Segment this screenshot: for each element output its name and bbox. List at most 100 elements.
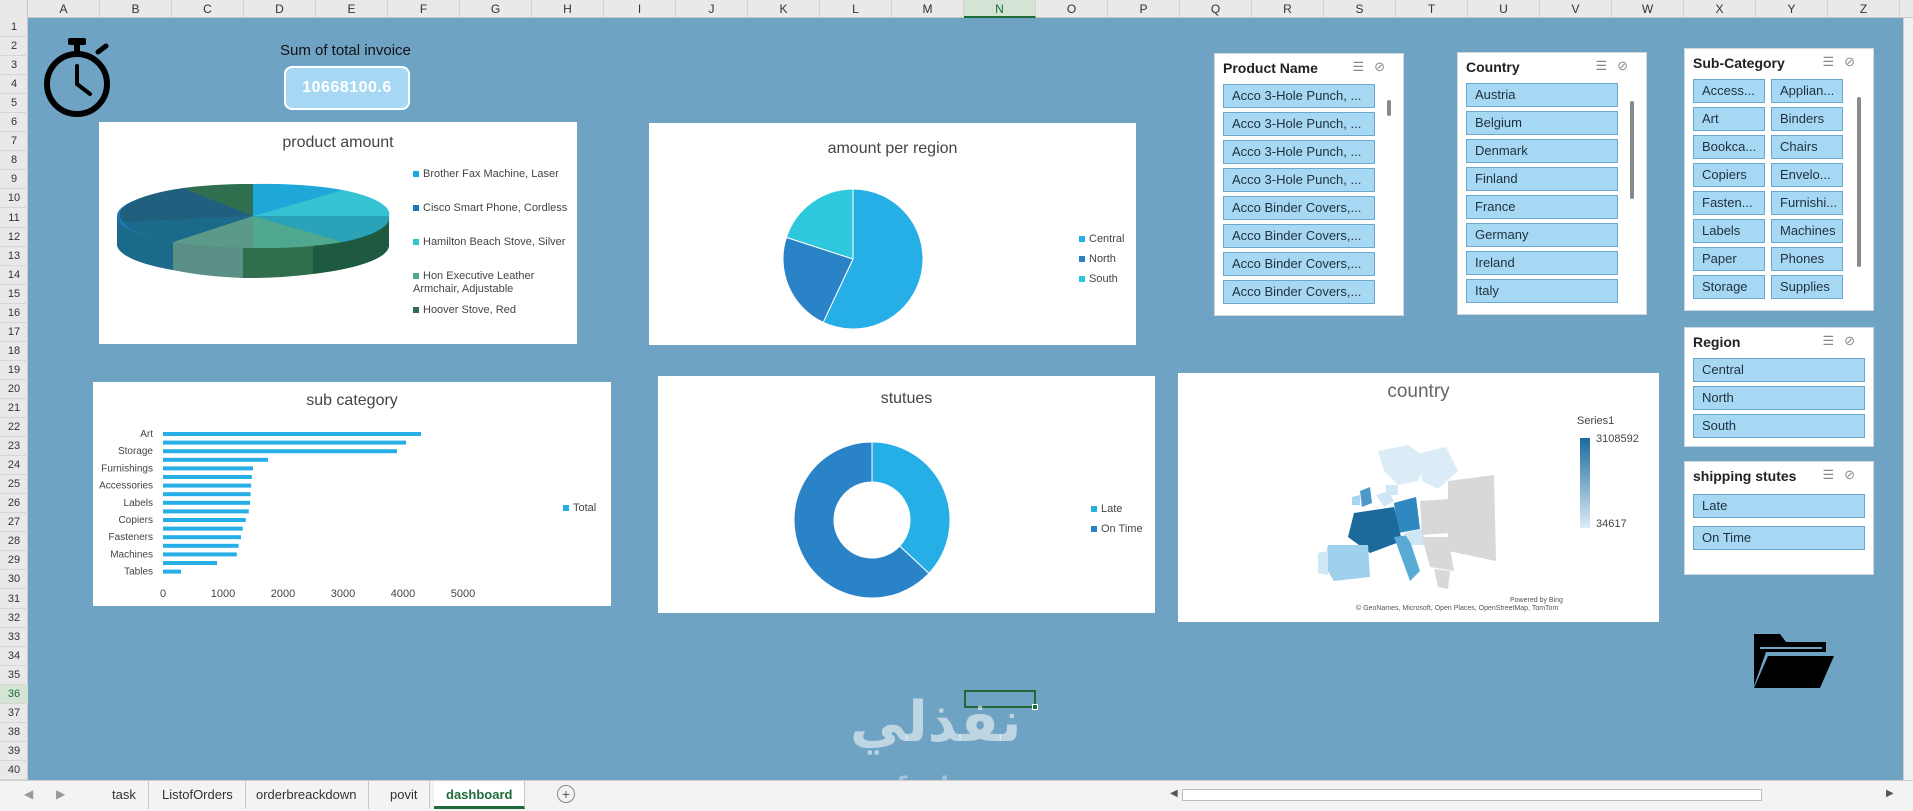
column-header-r[interactable]: R bbox=[1252, 0, 1324, 18]
slicer-item[interactable]: Binders bbox=[1771, 107, 1843, 131]
slicer-region[interactable]: Region ☰⊘ Central North South bbox=[1684, 327, 1874, 447]
row-header-29[interactable]: 29 bbox=[0, 551, 28, 571]
slicer-item[interactable]: Envelo... bbox=[1771, 163, 1843, 187]
bar[interactable] bbox=[163, 535, 241, 540]
row-header-31[interactable]: 31 bbox=[0, 590, 28, 609]
row-header-36[interactable]: 36 bbox=[0, 684, 28, 704]
row-header-23[interactable]: 23 bbox=[0, 437, 28, 457]
slicer-item[interactable]: Applian... bbox=[1771, 79, 1843, 103]
column-header-q[interactable]: Q bbox=[1180, 0, 1252, 18]
slicer-product-name[interactable]: Product Name ☰⊘ Acco 3-Hole Punch, ... Ac… bbox=[1214, 53, 1404, 316]
slicer-item[interactable]: Storage bbox=[1693, 275, 1765, 299]
column-header-y[interactable]: Y bbox=[1756, 0, 1828, 18]
row-header-40[interactable]: 40 bbox=[0, 761, 28, 780]
slicer-item[interactable]: Central bbox=[1693, 358, 1865, 382]
row-header-26[interactable]: 26 bbox=[0, 494, 28, 514]
column-header-x[interactable]: X bbox=[1684, 0, 1756, 18]
multi-select-icon[interactable]: ☰ bbox=[1352, 59, 1374, 74]
column-header-u[interactable]: U bbox=[1468, 0, 1540, 18]
fill-handle[interactable] bbox=[1032, 704, 1038, 710]
slicer-item[interactable]: Finland bbox=[1466, 167, 1618, 191]
bar[interactable] bbox=[163, 543, 239, 548]
row-header-6[interactable]: 6 bbox=[0, 113, 28, 133]
column-header-g[interactable]: G bbox=[460, 0, 532, 18]
bar[interactable] bbox=[163, 561, 217, 565]
row-header-3[interactable]: 3 bbox=[0, 56, 28, 76]
row-header-33[interactable]: 33 bbox=[0, 628, 28, 647]
slicer-item[interactable]: Acco 3-Hole Punch, ... bbox=[1223, 168, 1375, 192]
row-header-10[interactable]: 10 bbox=[0, 189, 28, 209]
column-header-o[interactable]: O bbox=[1036, 0, 1108, 18]
multi-select-icon[interactable]: ☰ bbox=[1822, 467, 1844, 482]
row-header-8[interactable]: 8 bbox=[0, 151, 28, 171]
bar[interactable] bbox=[163, 552, 237, 557]
clear-filter-icon[interactable]: ⊘ bbox=[1844, 333, 1865, 348]
column-header-p[interactable]: P bbox=[1108, 0, 1180, 18]
slicer-item[interactable]: North bbox=[1693, 386, 1865, 410]
row-header-13[interactable]: 13 bbox=[0, 247, 28, 266]
sheet-tab-povit[interactable]: povit bbox=[378, 781, 431, 809]
multi-select-icon[interactable]: ☰ bbox=[1595, 58, 1617, 73]
slicer-item[interactable]: Austria bbox=[1466, 83, 1618, 107]
chart-amount-per-region[interactable]: amount per region Central North South bbox=[649, 123, 1136, 345]
chart-country-map[interactable]: country Series1 3108592 34617 Powered by… bbox=[1178, 373, 1659, 622]
folder-open-icon[interactable] bbox=[1752, 628, 1834, 690]
slicer-item[interactable]: Fasten... bbox=[1693, 191, 1765, 215]
column-header-v[interactable]: V bbox=[1540, 0, 1612, 18]
bar[interactable] bbox=[163, 492, 251, 497]
column-header-h[interactable]: H bbox=[532, 0, 604, 18]
horizontal-scrollbar[interactable] bbox=[1182, 789, 1762, 801]
slicer-item[interactable]: Italy bbox=[1466, 279, 1618, 303]
sheet-tab-dashboard[interactable]: dashboard bbox=[434, 781, 526, 809]
slicer-item[interactable]: Art bbox=[1693, 107, 1765, 131]
row-header-32[interactable]: 32 bbox=[0, 609, 28, 628]
slicer-item[interactable]: Denmark bbox=[1466, 139, 1618, 163]
bar[interactable] bbox=[163, 457, 268, 462]
clear-filter-icon[interactable]: ⊘ bbox=[1844, 54, 1865, 69]
vertical-scrollbar[interactable] bbox=[1903, 18, 1913, 780]
row-header-15[interactable]: 15 bbox=[0, 285, 28, 304]
row-header-27[interactable]: 27 bbox=[0, 513, 28, 533]
slicer-item[interactable]: Chairs bbox=[1771, 135, 1843, 159]
row-header-34[interactable]: 34 bbox=[0, 647, 28, 666]
bar[interactable] bbox=[163, 466, 253, 471]
row-header-30[interactable]: 30 bbox=[0, 570, 28, 590]
bar[interactable] bbox=[163, 569, 181, 574]
clear-filter-icon[interactable]: ⊘ bbox=[1617, 58, 1638, 73]
column-header-m[interactable]: M bbox=[892, 0, 964, 18]
bar[interactable] bbox=[163, 483, 252, 488]
column-header-l[interactable]: L bbox=[820, 0, 892, 18]
slicer-item[interactable]: On Time bbox=[1693, 526, 1865, 550]
column-header-c[interactable]: C bbox=[172, 0, 244, 18]
row-header-9[interactable]: 9 bbox=[0, 170, 28, 190]
slicer-shipping-stutes[interactable]: shipping stutes ☰⊘ Late On Time bbox=[1684, 461, 1874, 575]
bar[interactable] bbox=[163, 440, 406, 445]
slicer-item[interactable]: Labels bbox=[1693, 219, 1765, 243]
hscroll-right-icon[interactable]: ▶ bbox=[1886, 788, 1894, 799]
column-header-t[interactable]: T bbox=[1396, 0, 1468, 18]
row-header-5[interactable]: 5 bbox=[0, 94, 28, 114]
slicer-country[interactable]: Country ☰⊘ Austria Belgium Denmark Finland F… bbox=[1457, 52, 1647, 315]
bar[interactable] bbox=[163, 509, 249, 514]
bar[interactable] bbox=[163, 449, 397, 454]
row-header-19[interactable]: 19 bbox=[0, 361, 28, 380]
slicer-item[interactable]: Acco 3-Hole Punch, ... bbox=[1223, 84, 1375, 108]
slicer-scrollbar[interactable] bbox=[1630, 101, 1634, 199]
slicer-scrollbar[interactable] bbox=[1387, 100, 1391, 116]
slicer-item[interactable]: Machines bbox=[1771, 219, 1843, 243]
slicer-item[interactable]: Acco 3-Hole Punch, ... bbox=[1223, 112, 1375, 136]
sheet-tab-task[interactable]: task bbox=[100, 781, 149, 809]
row-header-16[interactable]: 16 bbox=[0, 304, 28, 323]
multi-select-icon[interactable]: ☰ bbox=[1822, 333, 1844, 348]
slicer-item[interactable]: Supplies bbox=[1771, 275, 1843, 299]
row-header-4[interactable]: 4 bbox=[0, 75, 28, 95]
bar[interactable] bbox=[163, 526, 243, 531]
bar[interactable] bbox=[163, 475, 252, 479]
row-header-28[interactable]: 28 bbox=[0, 532, 28, 552]
slicer-item[interactable]: Acco Binder Covers,... bbox=[1223, 280, 1375, 304]
row-header-21[interactable]: 21 bbox=[0, 399, 28, 419]
multi-select-icon[interactable]: ☰ bbox=[1822, 54, 1844, 69]
column-header-b[interactable]: B bbox=[100, 0, 172, 18]
slicer-item[interactable]: Late bbox=[1693, 494, 1865, 518]
slicer-scrollbar[interactable] bbox=[1857, 97, 1861, 267]
